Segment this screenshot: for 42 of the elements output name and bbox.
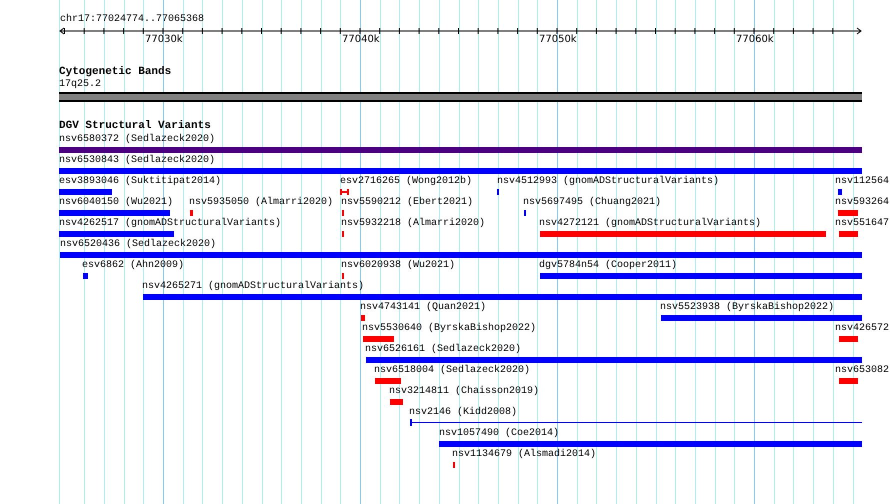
ruler-tick-label: 77040k (342, 34, 380, 46)
feature-label: nsv5590212 (Ebert2021) (341, 197, 474, 209)
feature-label: nsv2146 (Kidd2008) (409, 407, 518, 419)
variant-bar[interactable] (340, 189, 349, 195)
feature-label: nsv4743141 (Quan2021) (360, 302, 486, 314)
feature-label: esv2716265 (Wong2012b) (340, 176, 472, 188)
ruler-tick-label: 77050k (539, 34, 577, 46)
feature-label: nsv653082 (835, 365, 890, 377)
feature-label: dgv5784n54 (Cooper2011) (539, 260, 678, 272)
feature-label: nsv6518004 (Sedlazeck2020) (374, 365, 530, 377)
feature-label: nsv4272121 (gnomADStructuralVariants) (539, 218, 762, 230)
location-label: chr17:77024774..77065368 (60, 14, 204, 26)
feature-label: nsv1134679 (Alsmadi2014) (452, 449, 596, 461)
feature-label: nsv593264 (835, 197, 890, 209)
feature-label: esv6862 (Ahn2009) (82, 260, 184, 272)
feature-label: nsv5932218 (Almarri2020) (341, 218, 486, 230)
feature-label: nsv6020938 (Wu2021) (341, 260, 456, 272)
track-title: DGV Structural Variants (59, 120, 211, 133)
feature-label: nsv6530843 (Sedlazeck2020) (59, 155, 216, 167)
feature-label: nsv6580372 (Sedlazeck2020) (59, 134, 216, 146)
feature-label: nsv4265271 (gnomADStructuralVariants) (142, 281, 364, 293)
band-label: 17q25.2 (59, 79, 102, 91)
feature-label: nsv5697495 (Chuang2021) (523, 197, 662, 209)
track-title: Cytogenetic Bands (59, 66, 172, 79)
feature-label: nsv1057490 (Coe2014) (439, 428, 560, 440)
cytoband-bar[interactable] (59, 92, 862, 102)
feature-label: nsv6520436 (Sedlazeck2020) (60, 239, 216, 251)
feature-label: nsv5523938 (ByrskaBishop2022) (660, 302, 834, 314)
feature-label: nsv6526161 (Sedlazeck2020) (365, 344, 522, 356)
feature-label: nsv4262517 (gnomADStructuralVariants) (59, 218, 282, 230)
feature-label: esv3893046 (Suktitipat2014) (59, 176, 222, 188)
feature-label: nsv4512993 (gnomADStructuralVariants) (497, 176, 720, 188)
ruler-tick-label: 77060k (736, 34, 774, 46)
feature-label: nsv5935050 (Almarri2020) (189, 197, 334, 209)
feature-label: nsv551647 (835, 218, 890, 230)
feature-label: nsv112564 (835, 176, 890, 188)
variant-line[interactable] (410, 419, 862, 426)
feature-label: nsv6040150 (Wu2021) (59, 197, 174, 209)
feature-label: nsv5530640 (ByrskaBishop2022) (362, 323, 536, 335)
ruler-tick-label: 77030k (145, 34, 183, 46)
feature-label: nsv3214811 (Chaisson2019) (389, 386, 540, 398)
feature-label: nsv426572 (835, 323, 890, 335)
